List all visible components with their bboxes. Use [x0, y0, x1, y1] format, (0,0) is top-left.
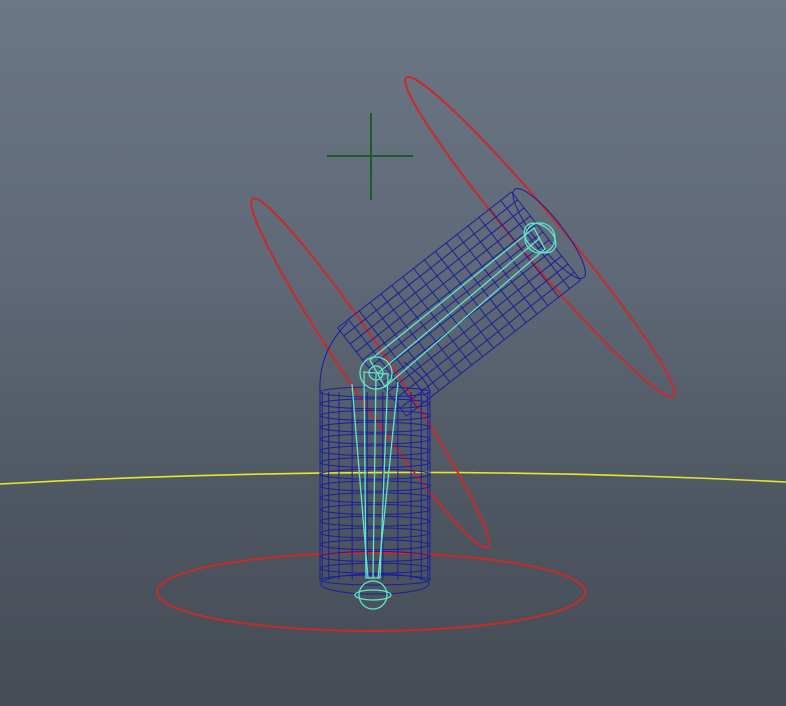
bone-root-elbow-edge-2 — [377, 381, 399, 579]
mesh-end-cap — [512, 188, 586, 279]
mesh-upper-edge — [362, 223, 537, 361]
mesh-ring — [319, 527, 431, 539]
cylinder-mesh[interactable] — [319, 181, 595, 595]
crosshair-locator-icon[interactable] — [327, 113, 413, 200]
mesh-upper-edge — [406, 279, 581, 417]
mesh-upper-edge — [399, 271, 575, 409]
mesh-ring — [319, 515, 431, 527]
mesh-ring — [319, 492, 431, 504]
joint-chain[interactable] — [351, 217, 562, 610]
mesh-ring — [319, 504, 431, 515]
maya-viewport[interactable] — [0, 0, 786, 706]
end-control-curve[interactable] — [389, 64, 690, 411]
root-joint-ring — [354, 589, 392, 601]
mesh-upper-edge — [393, 263, 569, 401]
mesh-upper-edge — [381, 247, 556, 385]
ground-grid-line — [0, 471, 786, 485]
root-control-curve[interactable] — [156, 552, 586, 632]
mesh-upper-edge — [374, 239, 550, 377]
mesh-upper-edge — [368, 231, 544, 369]
mesh-ring — [319, 562, 431, 574]
mesh-ring — [319, 539, 431, 551]
mesh-upper-edge — [337, 191, 512, 329]
viewport-scene[interactable] — [0, 0, 786, 706]
mesh-upper-edge — [343, 199, 519, 337]
bone-root-elbow-spine — [372, 373, 377, 579]
